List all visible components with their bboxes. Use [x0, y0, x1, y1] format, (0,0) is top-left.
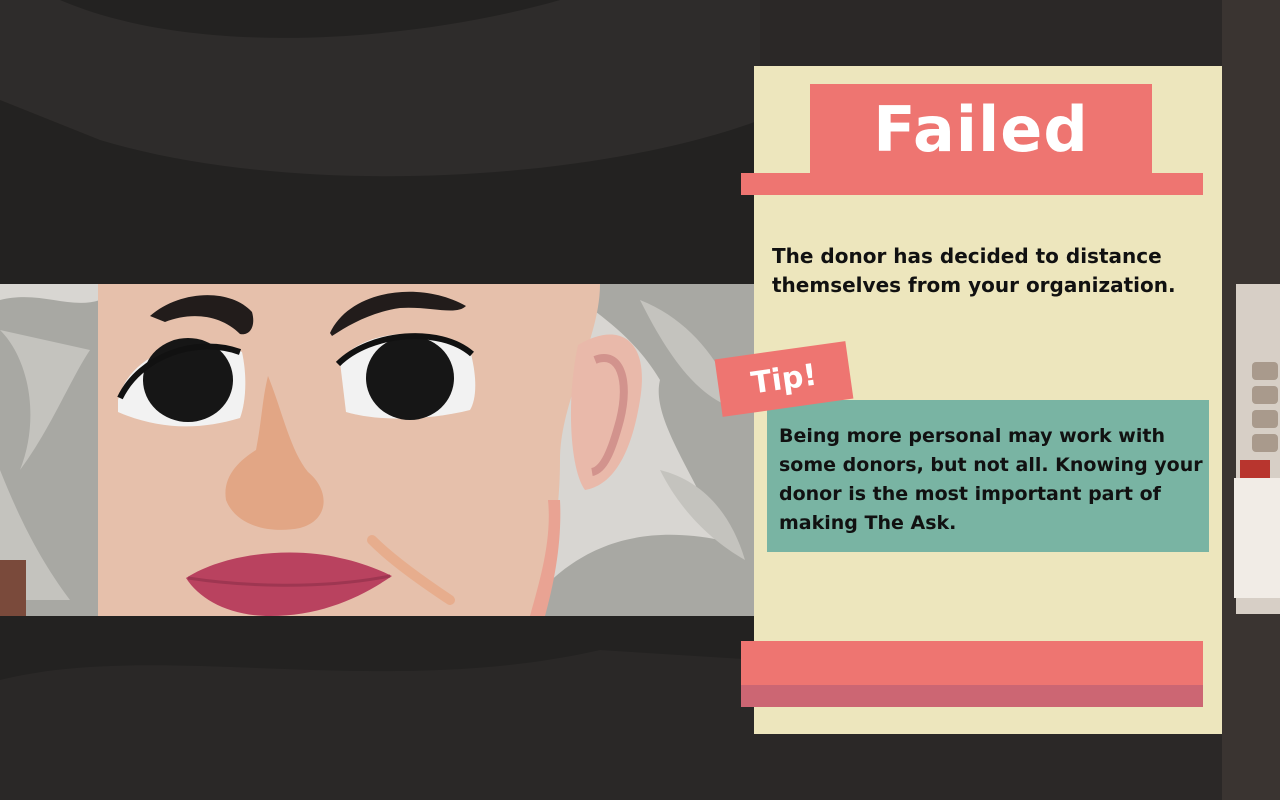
- title-banner: Failed: [810, 84, 1152, 174]
- tip-text: Being more personal may work with some d…: [779, 425, 1203, 534]
- continue-button-face[interactable]: [741, 641, 1203, 685]
- continue-button[interactable]: [741, 641, 1203, 707]
- result-card: Failed The donor has decided to distance…: [714, 66, 1222, 734]
- tip-box: Being more personal may work with some d…: [767, 400, 1209, 552]
- result-message: The donor has decided to distance themse…: [772, 244, 1176, 297]
- title-banner-base: [741, 173, 1203, 195]
- result-title: Failed: [873, 92, 1089, 166]
- tip-label: Tip!: [748, 357, 820, 401]
